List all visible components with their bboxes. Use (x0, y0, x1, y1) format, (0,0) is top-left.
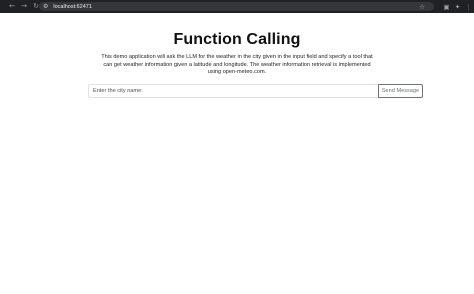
address-bar[interactable]: ⚙ localhost:62471 ☆ (39, 2, 434, 11)
page-title: Function Calling (173, 31, 301, 48)
url-text[interactable]: localhost:62471 (53, 4, 92, 10)
send-message-button[interactable]: Send Message (378, 84, 423, 98)
puzzle-icon[interactable]: ✦ (452, 3, 463, 11)
forward-arrow-icon[interactable]: → (18, 0, 30, 13)
page-content: Function Calling This demo application w… (0, 13, 474, 294)
city-form: Send Message (88, 84, 423, 98)
star-icon[interactable]: ☆ (419, 3, 425, 11)
city-input[interactable] (88, 84, 379, 98)
kebab-menu-icon[interactable]: ⋮ (463, 3, 474, 11)
page-description: This demo application will ask the LLM f… (101, 54, 373, 76)
back-arrow-icon[interactable]: ← (6, 0, 18, 13)
browser-toolbar: ← → ↻ ⚙ localhost:62471 ☆ ▣ ✦ ⋮ (0, 0, 474, 13)
browser-actions: ▣ ✦ ⋮ (441, 0, 474, 13)
profile-icon[interactable]: ▣ (441, 3, 452, 11)
site-info-icon[interactable]: ⚙ (43, 3, 48, 10)
nav-buttons: ← → ↻ (6, 0, 42, 13)
